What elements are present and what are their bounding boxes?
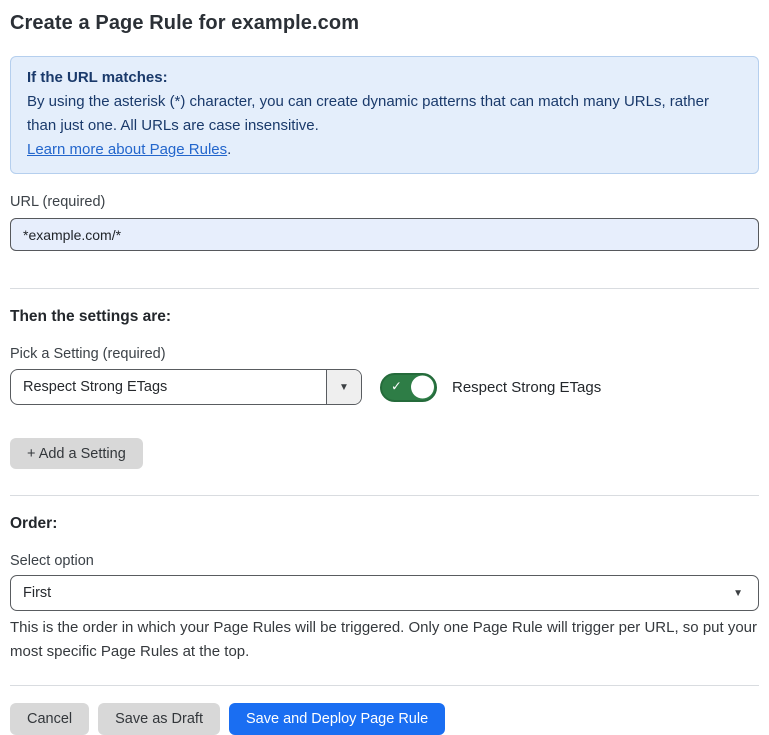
- url-field-label: URL (required): [10, 194, 759, 210]
- divider: [10, 288, 759, 289]
- setting-toggle-label: Respect Strong ETags: [452, 379, 601, 396]
- check-icon: ✓: [391, 379, 402, 395]
- setting-select-button[interactable]: ▼: [326, 370, 361, 404]
- chevron-down-icon: ▼: [339, 382, 349, 393]
- setting-toggle[interactable]: ✓: [380, 373, 437, 402]
- setting-select[interactable]: Respect Strong ETags ▼: [10, 369, 362, 405]
- form-actions: Cancel Save as Draft Save and Deploy Pag…: [10, 703, 759, 735]
- url-input[interactable]: [10, 218, 759, 251]
- order-section-heading: Order:: [10, 515, 759, 533]
- save-deploy-button[interactable]: Save and Deploy Page Rule: [229, 703, 445, 735]
- info-box-body: By using the asterisk (*) character, you…: [27, 90, 742, 138]
- url-match-info-box: If the URL matches: By using the asteris…: [10, 56, 759, 174]
- divider: [10, 685, 759, 686]
- add-setting-button[interactable]: + Add a Setting: [10, 438, 143, 469]
- order-select-label: Select option: [10, 553, 759, 569]
- create-page-rule-form: Create a Page Rule for example.com If th…: [0, 12, 769, 735]
- learn-more-link[interactable]: Learn more about Page Rules: [27, 141, 227, 158]
- setting-row: Respect Strong ETags ▼ ✓ Respect Strong …: [10, 369, 759, 405]
- cancel-button[interactable]: Cancel: [10, 703, 89, 735]
- page-title: Create a Page Rule for example.com: [10, 12, 759, 35]
- chevron-down-icon: ▼: [733, 588, 743, 599]
- order-select[interactable]: First ▼: [10, 575, 759, 611]
- settings-section-heading: Then the settings are:: [10, 308, 759, 326]
- divider: [10, 495, 759, 496]
- info-box-link-line: Learn more about Page Rules.: [27, 138, 742, 162]
- setting-select-value: Respect Strong ETags: [11, 370, 326, 404]
- order-help-text: This is the order in which your Page Rul…: [10, 616, 759, 664]
- order-select-value: First: [23, 585, 51, 601]
- save-draft-button[interactable]: Save as Draft: [98, 703, 220, 735]
- pick-setting-label: Pick a Setting (required): [10, 346, 759, 362]
- toggle-knob: [411, 376, 434, 399]
- info-box-heading: If the URL matches:: [27, 66, 742, 90]
- link-suffix: .: [227, 141, 231, 158]
